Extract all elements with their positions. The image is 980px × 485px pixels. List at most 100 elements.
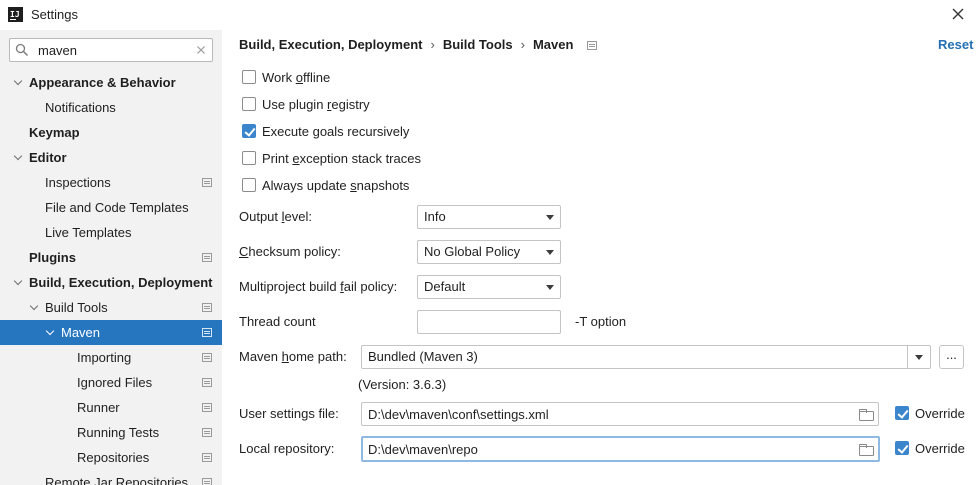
print-exception-label: Print exception stack traces (262, 151, 421, 166)
sidebar-item-label: Notifications (45, 100, 116, 115)
checksum-policy-dropdown[interactable]: No Global Policy (417, 240, 561, 264)
maven-home-browse-button[interactable]: ... (939, 345, 964, 369)
breadcrumb-separator: › (430, 37, 435, 52)
sidebar-item-label: Repositories (77, 450, 150, 465)
project-level-icon (202, 453, 212, 462)
maven-version-text: (Version: 3.6.3) (358, 377, 447, 392)
always-update-label: Always update snapshots (262, 178, 410, 193)
chevron-down-icon[interactable] (14, 78, 24, 88)
title-bar: IJ Settings (0, 0, 980, 30)
project-level-icon (202, 428, 212, 437)
dropdown-arrow-icon (546, 250, 554, 255)
close-icon (952, 8, 964, 20)
sidebar-item-maven[interactable]: Maven (0, 320, 222, 345)
sidebar-item-build-execution-deployment[interactable]: Build, Execution, Deployment (0, 270, 222, 295)
sidebar-item-build-tools[interactable]: Build Tools (0, 295, 222, 320)
maven-home-path-label: Maven home path: (239, 349, 347, 364)
always-update-checkbox[interactable] (242, 178, 256, 192)
local-repository-override-label: Override (915, 441, 965, 456)
sidebar-item-appearance-behavior[interactable]: Appearance & Behavior (0, 70, 222, 95)
sidebar-item-label: Plugins (29, 250, 76, 265)
project-level-icon (587, 41, 598, 50)
breadcrumb-separator: › (520, 37, 525, 52)
local-repository-field[interactable] (361, 436, 880, 462)
sidebar-item-label: Build Tools (45, 300, 108, 315)
chevron-down-icon[interactable] (30, 303, 40, 313)
sidebar-item-running-tests[interactable]: Running Tests (0, 420, 222, 445)
project-level-icon (202, 303, 212, 312)
breadcrumb-item[interactable]: Build, Execution, Deployment (239, 37, 422, 52)
chevron-down-icon[interactable] (14, 153, 24, 163)
reset-link[interactable]: Reset (938, 37, 973, 52)
multiproject-fail-policy-dropdown[interactable]: Default (417, 275, 561, 299)
sidebar-item-inspections[interactable]: Inspections (0, 170, 222, 195)
maven-settings-panel: Build, Execution, Deployment › Build Tools… (222, 30, 980, 485)
folder-icon[interactable] (859, 444, 874, 456)
dropdown-arrow-icon (546, 285, 554, 290)
thread-count-input[interactable] (424, 314, 554, 330)
work-offline-checkbox[interactable] (242, 70, 256, 84)
multiproject-fail-policy-value: Default (424, 279, 466, 294)
sidebar-item-label: Keymap (29, 125, 80, 140)
sidebar-item-label: Running Tests (77, 425, 160, 440)
work-offline-label: Work offline (262, 70, 331, 85)
settings-search-input[interactable] (38, 42, 188, 58)
local-repository-override-checkbox[interactable] (895, 441, 909, 455)
local-repository-label: Local repository: (239, 441, 335, 456)
project-level-icon (202, 328, 212, 337)
sidebar-item-keymap[interactable]: Keymap (0, 120, 222, 145)
folder-icon[interactable] (859, 409, 874, 421)
project-level-icon (202, 253, 212, 262)
thread-count-hint: -T option (575, 314, 627, 329)
plugin-registry-checkbox[interactable] (242, 97, 256, 111)
maven-home-path-value: Bundled (Maven 3) (368, 349, 478, 364)
sidebar-item-label: Editor (29, 150, 67, 165)
user-settings-file-label: User settings file: (239, 406, 339, 421)
user-settings-override-checkbox[interactable] (895, 406, 909, 420)
sidebar-item-label: Importing (77, 350, 132, 365)
sidebar-item-ignored-files[interactable]: Ignored Files (0, 370, 222, 395)
sidebar-item-label: Build, Execution, Deployment (29, 275, 213, 290)
thread-count-field[interactable] (417, 310, 561, 334)
sidebar-item-remote-jar-repositories[interactable]: Remote Jar Repositories (0, 470, 222, 485)
sidebar-item-file-and-code-templates[interactable]: File and Code Templates (0, 195, 222, 220)
execute-goals-checkbox[interactable] (242, 124, 256, 138)
thread-count-label: Thread count (239, 314, 316, 329)
user-settings-file-field[interactable] (361, 402, 879, 426)
settings-search-box[interactable] (9, 38, 213, 62)
sidebar-item-live-templates[interactable]: Live Templates (0, 220, 222, 245)
intellij-app-icon: IJ (8, 7, 23, 22)
plugin-registry-label: Use plugin registry (262, 97, 370, 112)
chevron-down-icon[interactable] (46, 328, 56, 338)
search-icon (15, 43, 29, 57)
close-window-button[interactable] (948, 4, 968, 24)
dropdown-arrow-icon (915, 355, 923, 360)
print-exception-checkbox[interactable] (242, 151, 256, 165)
output-level-label: Output level: (239, 209, 312, 224)
settings-tree: Appearance & Behavior Notifications Keymap… (0, 70, 222, 485)
sidebar-item-label: Inspections (45, 175, 111, 190)
breadcrumb-item[interactable]: Build Tools (443, 37, 513, 52)
sidebar-item-importing[interactable]: Importing (0, 345, 222, 370)
sidebar-item-label: Runner (77, 400, 120, 415)
sidebar-item-label: Appearance & Behavior (29, 75, 176, 90)
maven-home-path-combo[interactable]: Bundled (Maven 3) (361, 345, 931, 369)
output-level-value: Info (424, 209, 446, 224)
sidebar-item-notifications[interactable]: Notifications (0, 95, 222, 120)
clear-search-button[interactable] (194, 41, 208, 59)
checksum-policy-label: Checksum policy: (239, 244, 341, 259)
project-level-icon (202, 403, 212, 412)
output-level-dropdown[interactable]: Info (417, 205, 561, 229)
sidebar-item-editor[interactable]: Editor (0, 145, 222, 170)
sidebar-item-runner[interactable]: Runner (0, 395, 222, 420)
local-repository-input[interactable] (368, 441, 848, 457)
project-level-icon (202, 478, 212, 485)
chevron-down-icon[interactable] (14, 278, 24, 288)
user-settings-file-input[interactable] (368, 406, 848, 422)
execute-goals-label: Execute goals recursively (262, 124, 410, 139)
sidebar-item-label: Live Templates (45, 225, 132, 240)
sidebar-item-plugins[interactable]: Plugins (0, 245, 222, 270)
sidebar-item-repositories[interactable]: Repositories (0, 445, 222, 470)
clear-icon (197, 46, 205, 54)
breadcrumb-item-current: Maven (532, 37, 574, 52)
